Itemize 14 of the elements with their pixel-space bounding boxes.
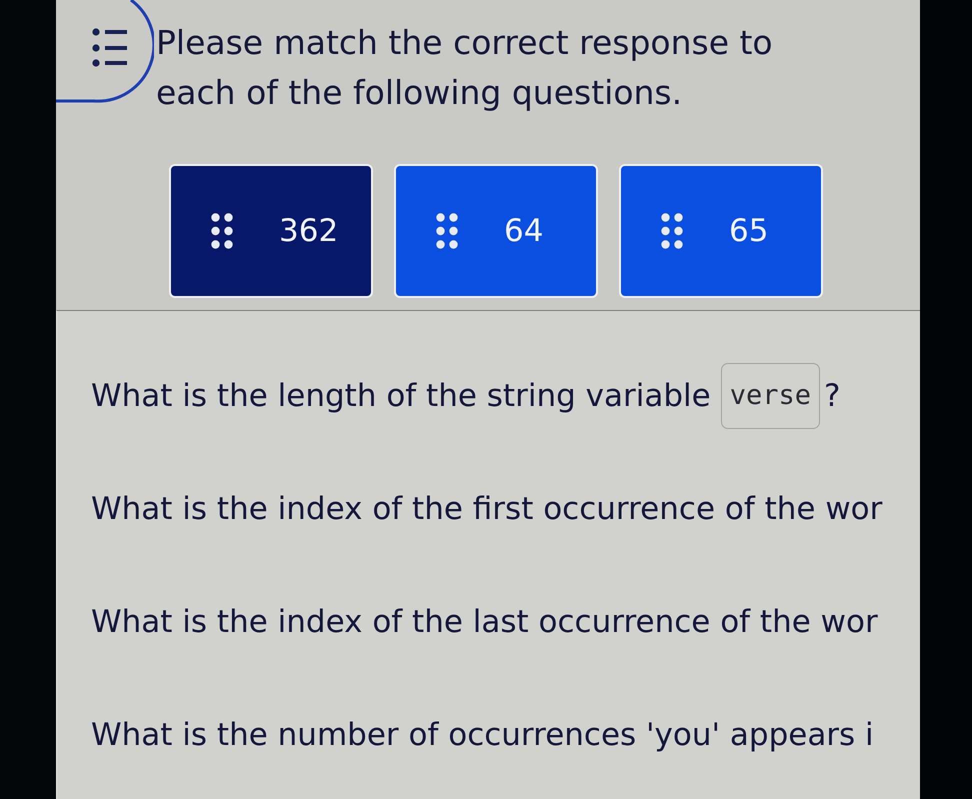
question-text: What is the number of occurrences 'you' appears i [91,716,874,752]
question-mark: ? [824,378,840,414]
grip-icon[interactable] [436,213,458,249]
question-text: What is the length of the string variable [91,378,711,414]
answer-tile[interactable]: 64 [394,164,598,298]
code-snippet: verse [720,362,820,428]
question-text: What is the index of the last occurrence of the wor [91,604,878,640]
answer-tile[interactable]: 362 [169,164,373,298]
question-text: What is the index of the first occurrence of the wor [91,490,882,526]
grip-icon[interactable] [661,213,683,249]
list-icon [56,0,154,104]
answer-tile[interactable]: 65 [619,164,823,298]
grip-icon[interactable] [211,213,233,249]
instruction-text: Please match the correct response to each of the following questions. [156,22,774,114]
